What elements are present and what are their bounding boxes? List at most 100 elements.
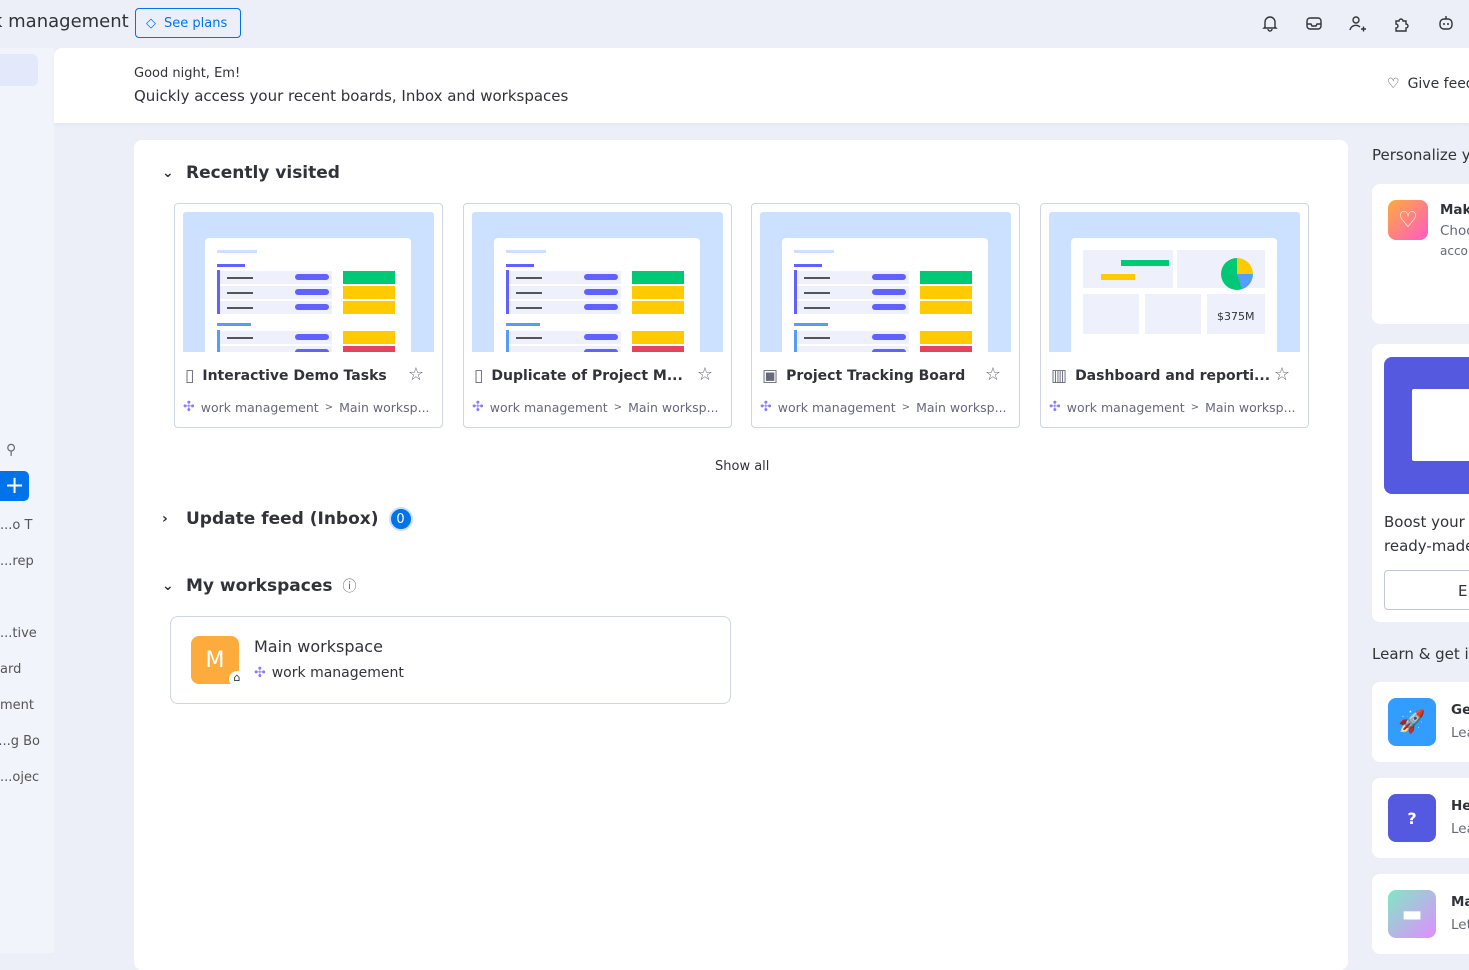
personalize-title: Personalize yo xyxy=(1372,146,1469,164)
crumb-workspace: work management xyxy=(489,399,608,415)
crumb-sub: Main worksp... xyxy=(1205,399,1296,415)
ai-robot-icon[interactable] xyxy=(1437,14,1457,34)
workspace-card[interactable]: M ⌂ Main workspace ✣ work management xyxy=(170,616,731,704)
board-icon: ▯ xyxy=(185,366,195,386)
crumb-workspace: work management xyxy=(200,399,319,415)
board-thumbnail xyxy=(183,212,434,352)
inbox-count-badge: 0 xyxy=(388,507,413,531)
crumb-separator: > xyxy=(324,401,334,413)
templates-image xyxy=(1384,357,1469,494)
chevron-down-icon: ⌄ xyxy=(162,578,174,594)
sidebar-item[interactable]: g Bo... xyxy=(0,734,40,749)
star-icon[interactable]: ☆ xyxy=(408,364,424,385)
sidebar-item[interactable]: ojec... xyxy=(0,770,40,785)
section-title: Recently visited xyxy=(186,163,340,183)
crumb-workspace: work management xyxy=(1066,399,1185,415)
add-item-button[interactable]: + xyxy=(0,471,29,501)
app-title: k management xyxy=(0,11,129,32)
card-title: Ma xyxy=(1451,894,1469,910)
board-share-icon: ▣ xyxy=(762,366,779,386)
page-subtitle: Quickly access your recent boards, Inbox… xyxy=(134,87,569,105)
crumb-separator: > xyxy=(613,401,623,413)
card-subtitle: Let xyxy=(1451,917,1469,933)
templates-card: Boost your v ready-made E: xyxy=(1372,344,1469,622)
board-icon: ▯ xyxy=(474,366,484,386)
card-subtitle: Lea xyxy=(1451,725,1469,741)
product-icon: ✣ xyxy=(760,399,772,415)
workspace-product: work management xyxy=(271,665,404,681)
academy-icon: ▬ xyxy=(1388,890,1436,938)
star-icon[interactable]: ☆ xyxy=(697,364,713,385)
rocket-icon: 🚀 xyxy=(1388,698,1436,746)
explore-templates-button[interactable]: E: xyxy=(1384,570,1469,610)
see-plans-button[interactable]: ◇ See plans xyxy=(135,8,241,38)
card-subtitle: Lea xyxy=(1451,821,1469,837)
help-center-card[interactable]: ? He Lea xyxy=(1372,778,1469,858)
boost-text: Boost your v xyxy=(1384,513,1469,531)
sidebar-item[interactable]: rep... xyxy=(0,554,40,569)
workspace-name: Main workspace xyxy=(254,637,383,656)
recently-visited-toggle[interactable]: ⌄ Recently visited xyxy=(162,163,340,183)
make-it-yours-card[interactable]: ♡ Mak Choo acco xyxy=(1372,184,1469,324)
board-name: Interactive Demo Tasks xyxy=(202,368,387,384)
feedback-label: Give feedback xyxy=(1407,76,1469,92)
page-header: Good night, Em! Quickly access your rece… xyxy=(54,48,1469,123)
product-icon: ✣ xyxy=(472,399,484,415)
sidebar-home-item[interactable] xyxy=(0,54,38,86)
search-icon[interactable]: ⚲ xyxy=(6,442,16,458)
board-thumbnail xyxy=(760,212,1011,352)
board-name: Project Tracking Board xyxy=(786,368,966,384)
sidebar-item[interactable]: o T... xyxy=(0,518,40,533)
give-feedback-button[interactable]: ♡ Give feedback xyxy=(1387,76,1469,92)
section-title: My workspaces xyxy=(186,576,333,596)
my-workspaces-toggle[interactable]: ⌄ My workspaces ⓘ xyxy=(162,576,356,596)
show-all-link[interactable]: Show all xyxy=(715,459,769,474)
card-subtitle: Choo xyxy=(1440,223,1469,239)
home-icon: ⌂ xyxy=(229,671,245,687)
card-title: Mak xyxy=(1440,202,1469,218)
sidebar-item[interactable]: tive... xyxy=(0,626,40,641)
board-name: Dashboard and reporti... xyxy=(1075,368,1271,384)
thumb-value: $375M xyxy=(1207,294,1265,334)
board-card[interactable]: ▣ Project Tracking Board ☆ ✣ work manageme… xyxy=(751,203,1020,428)
product-icon: ✣ xyxy=(254,665,266,681)
apps-puzzle-icon[interactable] xyxy=(1392,14,1412,34)
top-bar: k management ◇ See plans xyxy=(0,0,1469,48)
card-title: Ge xyxy=(1451,702,1469,718)
chevron-right-icon: › xyxy=(162,511,168,527)
help-question-icon: ? xyxy=(1388,794,1436,842)
board-card[interactable]: ▯ Interactive Demo Tasks ☆ ✣ work manageme… xyxy=(174,203,443,428)
board-card[interactable]: ▯ Duplicate of Project M... ☆ ✣ work manag… xyxy=(463,203,732,428)
product-icon: ✣ xyxy=(183,399,195,415)
crumb-workspace: work management xyxy=(777,399,896,415)
inbox-icon[interactable] xyxy=(1305,14,1325,34)
monday-academy-card[interactable]: ▬ Ma Let xyxy=(1372,874,1469,954)
invite-user-icon[interactable] xyxy=(1348,14,1368,34)
bell-icon[interactable] xyxy=(1261,14,1281,34)
boost-text: ready-made xyxy=(1384,537,1469,555)
getting-started-card[interactable]: 🚀 Ge Lea xyxy=(1372,682,1469,762)
board-card[interactable]: $375M ▥ Dashboard and reporti... ☆ ✣ work … xyxy=(1040,203,1309,428)
sidebar-item[interactable]: ment xyxy=(0,698,40,713)
sidebar-item[interactable]: ard xyxy=(0,662,40,677)
crumb-separator: > xyxy=(901,401,911,413)
star-icon[interactable]: ☆ xyxy=(1274,364,1290,385)
info-icon[interactable]: ⓘ xyxy=(342,576,356,596)
star-icon[interactable]: ☆ xyxy=(985,364,1001,385)
see-plans-label: See plans xyxy=(164,15,228,31)
update-feed-toggle[interactable]: › Update feed (Inbox) 0 xyxy=(162,507,413,531)
card-subtitle: acco xyxy=(1440,244,1468,258)
crumb-sub: Main worksp... xyxy=(628,399,719,415)
section-title: Update feed (Inbox) xyxy=(186,509,379,529)
dashboard-icon: ▥ xyxy=(1051,366,1068,386)
board-thumbnail xyxy=(472,212,723,352)
crumb-sub: Main worksp... xyxy=(916,399,1007,415)
diamond-icon: ◇ xyxy=(146,15,156,31)
product-icon: ✣ xyxy=(1049,399,1061,415)
greeting: Good night, Em! xyxy=(134,66,241,81)
main-panel: ⌄ Recently visited ▯ Interactive Demo Task… xyxy=(134,140,1348,970)
crumb-separator: > xyxy=(1190,401,1200,413)
feedback-icon: ♡ xyxy=(1387,76,1400,92)
chevron-down-icon: ⌄ xyxy=(162,165,174,181)
card-title: He xyxy=(1451,798,1469,814)
